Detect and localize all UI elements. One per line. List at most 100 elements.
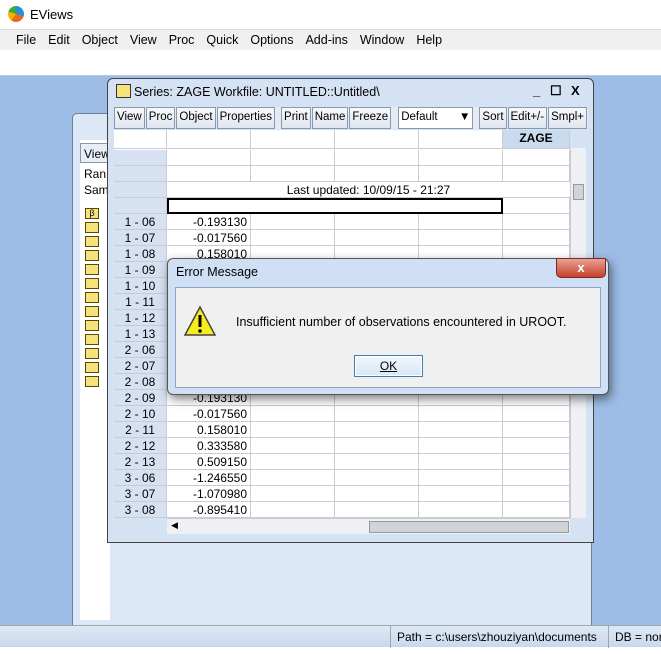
series-object-icon[interactable] xyxy=(85,306,99,317)
toolbar2-button-1[interactable]: Edit+/- xyxy=(507,107,548,129)
series-object-icon[interactable] xyxy=(85,292,99,303)
series-object-icon[interactable] xyxy=(85,320,99,331)
data-cell xyxy=(419,422,503,438)
toolbar2-button-0[interactable]: Sort xyxy=(479,107,507,129)
status-path: Path = c:\users\zhouziyan\documents xyxy=(390,626,603,648)
row-header: 2 - 11 xyxy=(114,422,167,438)
header-cell xyxy=(251,130,335,149)
display-format-dropdown[interactable]: Default ▼ xyxy=(398,107,474,129)
menu-bar: File Edit Object View Proc Quick Options Add-in… xyxy=(0,30,661,50)
chevron-down-icon: ▼ xyxy=(459,111,471,123)
row-header xyxy=(114,150,167,166)
coef-object-icon[interactable]: β xyxy=(85,208,99,219)
data-cell xyxy=(251,422,335,438)
row-header: 2 - 08 xyxy=(114,374,167,390)
series-toolbar: View Proc Object Properties Print Name Freeze D… xyxy=(114,107,588,129)
menu-help[interactable]: Help xyxy=(410,30,448,50)
series-object-icon[interactable] xyxy=(85,348,99,359)
series-object-icon[interactable] xyxy=(85,376,99,387)
app-title: EViews xyxy=(30,7,74,22)
data-cell: -0.895410 xyxy=(167,502,251,518)
horizontal-scrollbar[interactable]: ◀ xyxy=(167,518,570,534)
close-button[interactable]: X xyxy=(571,83,580,98)
row-header: 1 - 06 xyxy=(114,214,167,230)
row-header xyxy=(114,182,167,198)
toolbar2-button-2[interactable]: Smpl+ xyxy=(548,107,587,129)
menu-add-ins[interactable]: Add-ins xyxy=(299,30,353,50)
series-object-icon[interactable] xyxy=(85,250,99,261)
data-cell xyxy=(251,486,335,502)
series-object-icon[interactable] xyxy=(85,236,99,247)
data-cell xyxy=(251,438,335,454)
series-icon xyxy=(116,84,131,98)
menu-quick[interactable]: Quick xyxy=(200,30,244,50)
row-header: 1 - 07 xyxy=(114,230,167,246)
data-cell xyxy=(503,454,570,470)
data-cell xyxy=(335,470,419,486)
row-header: 3 - 06 xyxy=(114,470,167,486)
command-window[interactable] xyxy=(0,50,661,76)
view-button[interactable]: View xyxy=(114,107,145,129)
comment-box xyxy=(167,198,503,214)
data-cell xyxy=(503,422,570,438)
row-header: 2 - 09 xyxy=(114,390,167,406)
data-cell xyxy=(503,406,570,422)
data-cell xyxy=(335,502,419,518)
data-cell xyxy=(251,166,335,182)
header-cell xyxy=(167,130,251,149)
freeze-button[interactable]: Freeze xyxy=(349,107,392,129)
row-header: 1 - 13 xyxy=(114,326,167,342)
object-button[interactable]: Object xyxy=(176,107,216,129)
data-cell xyxy=(251,470,335,486)
series-object-icon[interactable] xyxy=(85,264,99,275)
data-cell xyxy=(335,486,419,502)
series-object-icon[interactable] xyxy=(85,362,99,373)
row-header: 2 - 07 xyxy=(114,358,167,374)
properties-button[interactable]: Properties xyxy=(216,107,276,129)
series-object-icon[interactable] xyxy=(85,222,99,233)
menu-file[interactable]: File xyxy=(10,30,42,50)
data-cell xyxy=(503,230,570,246)
name-button[interactable]: Name xyxy=(311,107,349,129)
menu-options[interactable]: Options xyxy=(244,30,299,50)
proc-button[interactable]: Proc xyxy=(145,107,176,129)
data-cell xyxy=(251,454,335,470)
row-header: 2 - 13 xyxy=(114,454,167,470)
scroll-left-icon[interactable]: ◀ xyxy=(171,520,178,531)
warning-icon xyxy=(183,305,217,336)
row-header: 2 - 06 xyxy=(114,342,167,358)
data-cell xyxy=(503,470,570,486)
header-cell xyxy=(419,130,503,149)
column-header-zage: ZAGE xyxy=(503,130,570,149)
row-header: 2 - 10 xyxy=(114,406,167,422)
data-cell xyxy=(335,230,419,246)
menu-view[interactable]: View xyxy=(124,30,163,50)
data-cell xyxy=(419,438,503,454)
print-button[interactable]: Print xyxy=(281,107,311,129)
data-cell xyxy=(503,150,570,166)
dropdown-value: Default xyxy=(401,111,438,123)
menu-edit[interactable]: Edit xyxy=(42,30,76,50)
data-cell xyxy=(419,406,503,422)
data-cell: -0.017560 xyxy=(167,406,251,422)
ok-button[interactable]: OK xyxy=(354,355,423,377)
row-header xyxy=(114,166,167,182)
minimize-button[interactable]: _ xyxy=(533,83,540,98)
data-cell xyxy=(335,406,419,422)
menu-proc[interactable]: Proc xyxy=(163,30,201,50)
data-cell xyxy=(503,198,570,214)
data-cell xyxy=(503,166,570,182)
data-cell xyxy=(503,502,570,518)
data-cell: 0.158010 xyxy=(167,422,251,438)
maximize-button[interactable]: ☐ xyxy=(550,83,562,99)
series-object-icon[interactable] xyxy=(85,334,99,345)
menu-window[interactable]: Window xyxy=(354,30,410,50)
data-cell xyxy=(167,150,251,166)
menu-object[interactable]: Object xyxy=(76,30,124,50)
dialog-close-button[interactable]: x xyxy=(556,258,606,278)
data-cell xyxy=(251,150,335,166)
range-label: Ran xyxy=(84,167,107,181)
data-cell xyxy=(419,454,503,470)
series-object-icon[interactable] xyxy=(85,278,99,289)
data-cell: 0.333580 xyxy=(167,438,251,454)
